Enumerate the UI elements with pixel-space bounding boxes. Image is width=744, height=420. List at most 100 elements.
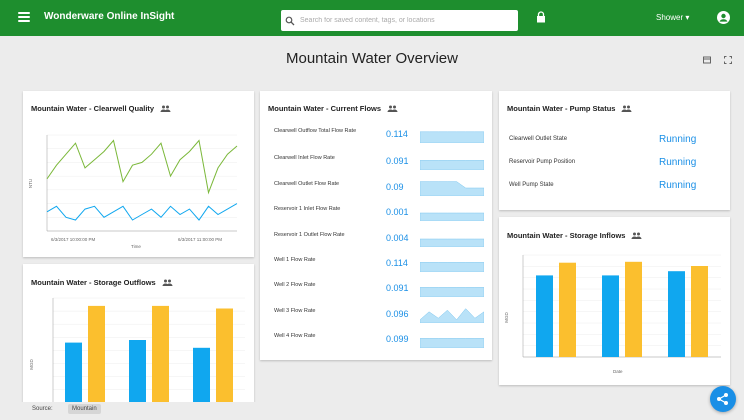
- card-title: Mountain Water - Current Flows: [268, 104, 398, 113]
- search-box[interactable]: [281, 10, 518, 31]
- search-icon: [285, 16, 295, 25]
- share-icon: [717, 393, 728, 405]
- x-axis-label: Time: [131, 244, 141, 249]
- flow-value: 0.114: [386, 258, 408, 268]
- flow-label: Clearwell Outlet Flow Rate: [274, 181, 340, 187]
- sparkline-area: [420, 181, 484, 196]
- source-chip[interactable]: Mountain: [68, 404, 101, 414]
- flow-row: Well 3 Flow Rate 0.096: [274, 307, 492, 327]
- storage-outflows-chart: [52, 297, 245, 404]
- flow-value: 0.091: [386, 156, 409, 166]
- lock-icon[interactable]: [536, 11, 546, 23]
- line-series: [46, 203, 238, 221]
- line-series: [46, 139, 238, 195]
- flow-label: Clearwell Inlet Flow Rate: [274, 155, 335, 161]
- storage-inflows-chart: [522, 254, 721, 358]
- flow-row: Well 1 Flow Rate 0.114: [274, 256, 492, 276]
- flow-label: Clearwell Outflow Total Flow Rate: [274, 128, 357, 134]
- bar: [129, 340, 146, 404]
- pump-status-label: Well Pump State: [509, 182, 554, 188]
- flow-value: 0.091: [386, 283, 409, 293]
- footer-bar: Source: Mountain: [0, 402, 744, 420]
- flow-sparkline: [420, 212, 484, 221]
- sparkline-area: [420, 262, 484, 272]
- flow-value: 0.114: [386, 129, 408, 139]
- bar: [668, 271, 685, 357]
- x-axis-start: 6/3/2017 10:00:00 PM: [51, 237, 96, 242]
- flow-sparkline: [420, 238, 484, 247]
- flow-row: Clearwell Outlet Flow Rate 0.09: [274, 180, 492, 200]
- clearwell-quality-chart: [46, 134, 238, 232]
- flow-sparkline: [420, 338, 484, 348]
- flow-sparkline: [420, 131, 484, 143]
- source-label: Source:: [32, 406, 53, 412]
- sparkline-area: [420, 212, 484, 221]
- card-title: Mountain Water - Pump Status: [507, 104, 632, 113]
- pump-status-label: Reservoir Pump Position: [509, 159, 576, 165]
- flow-value: 0.09: [386, 182, 404, 192]
- people-icon[interactable]: [621, 105, 632, 112]
- fullscreen-icon[interactable]: [723, 55, 733, 65]
- sparkline-area: [420, 238, 484, 247]
- flow-label: Well 4 Flow Rate: [274, 333, 316, 339]
- flow-sparkline: [420, 262, 484, 272]
- pump-status-value: Running: [659, 134, 697, 145]
- people-icon[interactable]: [387, 105, 398, 112]
- bar: [65, 342, 82, 404]
- flow-row: Clearwell Inlet Flow Rate 0.091: [274, 154, 492, 174]
- card-title-text: Mountain Water - Current Flows: [268, 104, 382, 113]
- page-title: Mountain Water Overview: [285, 50, 458, 67]
- sparkline-area: [420, 160, 484, 170]
- flow-sparkline: [420, 308, 484, 323]
- storage-outflows-card: Mountain Water - Storage Outflows MGD: [23, 264, 254, 404]
- clearwell-quality-card: Mountain Water - Clearwell Quality 6/3/2…: [23, 91, 254, 257]
- flow-sparkline: [420, 181, 484, 196]
- pump-status-value: Running: [659, 180, 697, 191]
- user-menu[interactable]: Shower ▾: [656, 13, 689, 22]
- bar: [193, 347, 210, 404]
- flow-row: Well 2 Flow Rate 0.091: [274, 281, 492, 301]
- bar: [602, 275, 619, 357]
- share-button[interactable]: [710, 386, 736, 412]
- flow-label: Well 3 Flow Rate: [274, 308, 316, 314]
- card-title-text: Mountain Water - Pump Status: [507, 104, 616, 113]
- sparkline-area: [420, 131, 484, 143]
- pump-status-value: Running: [659, 157, 697, 168]
- pump-status-label: Clearwell Outlet State: [509, 136, 568, 142]
- flow-label: Reservoir 1 Outlet Flow Rate: [274, 232, 345, 238]
- flow-label: Well 1 Flow Rate: [274, 257, 316, 263]
- search-input[interactable]: [300, 17, 510, 24]
- x-axis-label: Date: [613, 369, 623, 374]
- x-axis-end: 6/3/2017 11:00:00 PM: [178, 237, 222, 242]
- flow-sparkline: [420, 287, 484, 297]
- bar: [152, 305, 169, 404]
- pump-status-card: Mountain Water - Pump Status Clearwell O…: [499, 91, 730, 210]
- storage-inflows-card: Mountain Water - Storage Inflows Date MG…: [499, 217, 730, 385]
- flow-row: Well 4 Flow Rate 0.099: [274, 332, 492, 352]
- bar: [536, 275, 553, 357]
- top-app-bar: Wonderware Online InSight Shower ▾: [0, 0, 744, 36]
- bar: [559, 262, 576, 357]
- app-title: Wonderware Online InSight: [44, 11, 175, 22]
- flow-value: 0.099: [386, 334, 409, 344]
- bar: [691, 266, 708, 357]
- pin-icon[interactable]: [702, 55, 712, 65]
- account-icon[interactable]: [717, 11, 730, 24]
- flow-row: Reservoir 1 Outlet Flow Rate 0.004: [274, 231, 492, 251]
- flow-value: 0.004: [386, 233, 409, 243]
- menu-icon[interactable]: [18, 12, 30, 22]
- sparkline-area: [420, 287, 484, 297]
- bar: [216, 308, 233, 404]
- flow-value: 0.001: [386, 207, 409, 217]
- y-axis-label: MGD: [28, 359, 34, 370]
- flow-row: Clearwell Outflow Total Flow Rate 0.114: [274, 127, 492, 147]
- bar: [625, 261, 642, 357]
- flow-label: Reservoir 1 Inlet Flow Rate: [274, 206, 341, 212]
- flow-label: Well 2 Flow Rate: [274, 282, 316, 288]
- sparkline-area: [420, 308, 484, 323]
- flow-sparkline: [420, 160, 484, 170]
- y-axis-label: NTU: [28, 178, 34, 189]
- y-axis-label: MGD: [503, 312, 509, 323]
- flow-value: 0.096: [386, 309, 409, 319]
- flow-row: Reservoir 1 Inlet Flow Rate 0.001: [274, 205, 492, 225]
